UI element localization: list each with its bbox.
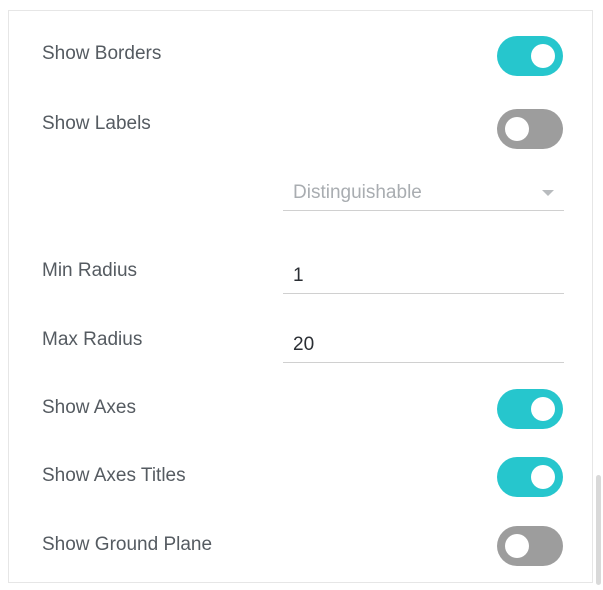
toggle-knob xyxy=(505,534,529,558)
max-radius-input[interactable]: 20 xyxy=(283,327,564,363)
toggle-knob xyxy=(531,397,555,421)
settings-panel: Show Borders Show Labels Distinguishable… xyxy=(8,10,593,583)
show-labels-toggle[interactable] xyxy=(497,109,563,149)
chevron-down-icon xyxy=(542,190,554,196)
max-radius-label: Max Radius xyxy=(42,329,143,350)
label-mode-value: Distinguishable xyxy=(293,182,422,203)
show-borders-toggle[interactable] xyxy=(497,36,563,76)
show-axes-titles-label: Show Axes Titles xyxy=(42,465,186,486)
show-axes-label: Show Axes xyxy=(42,397,136,418)
min-radius-input[interactable]: 1 xyxy=(283,258,564,294)
scrollbar[interactable] xyxy=(596,475,601,585)
max-radius-value: 20 xyxy=(293,334,315,355)
toggle-knob xyxy=(505,117,529,141)
show-axes-titles-toggle[interactable] xyxy=(497,457,563,497)
show-ground-plane-label: Show Ground Plane xyxy=(42,534,213,555)
toggle-knob xyxy=(531,44,555,68)
show-borders-label: Show Borders xyxy=(42,43,162,64)
show-labels-label: Show Labels xyxy=(42,113,151,134)
toggle-knob xyxy=(531,465,555,489)
min-radius-value: 1 xyxy=(293,265,304,286)
label-mode-dropdown[interactable]: Distinguishable xyxy=(283,175,564,211)
show-ground-plane-toggle[interactable] xyxy=(497,526,563,566)
min-radius-label: Min Radius xyxy=(42,260,138,281)
show-axes-toggle[interactable] xyxy=(497,389,563,429)
